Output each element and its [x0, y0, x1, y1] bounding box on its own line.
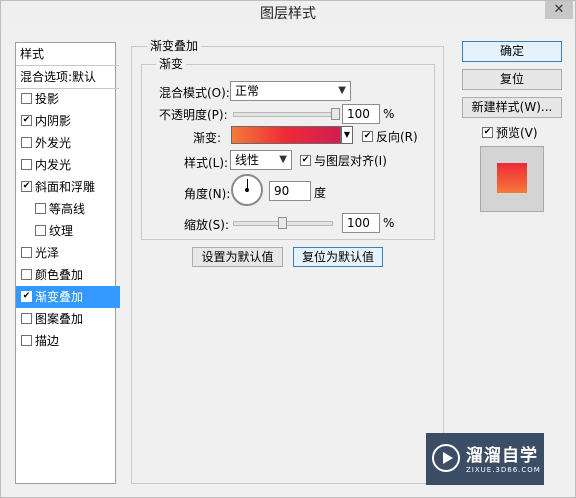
set-default-button[interactable]: 设置为默认值	[192, 247, 283, 267]
scale-unit: %	[383, 216, 395, 230]
checkbox-empty-icon[interactable]	[21, 335, 32, 346]
scale-label: 缩放(S):	[184, 218, 230, 232]
layer-style-dialog: 图层样式 ✕ 样式 混合选项:默认 投影 ✔ 内阴影 外发光 内发光 ✔ 斜面和浮雕 等高线纹…	[0, 0, 576, 498]
gradient-picker[interactable]	[231, 126, 341, 144]
preview-label: 预览(V)	[496, 126, 538, 140]
blend-mode-value: 正常	[235, 84, 260, 98]
chevron-down-icon: ▼	[279, 154, 287, 165]
close-button[interactable]: ✕	[545, 1, 573, 19]
scale-input[interactable]: 100	[342, 213, 380, 233]
play-icon	[432, 444, 460, 472]
style-label: 样式(L):	[184, 156, 229, 170]
effect-item[interactable]: 描边	[16, 330, 120, 352]
opacity-label: 不透明度(P):	[159, 108, 228, 122]
checkbox-empty-icon[interactable]	[21, 93, 32, 104]
effect-label: 光泽	[35, 246, 60, 260]
style-preview	[480, 146, 544, 212]
checkbox-empty-icon[interactable]	[21, 269, 32, 280]
new-style-button[interactable]: 新建样式(W)...	[462, 97, 562, 118]
effect-item[interactable]: 内发光	[16, 154, 120, 176]
effect-item[interactable]: 颜色叠加	[16, 264, 120, 286]
effect-label: 斜面和浮雕	[35, 180, 96, 194]
preview-swatch	[497, 163, 527, 193]
effect-label: 内阴影	[35, 114, 72, 128]
blend-mode-label: 混合模式(O):	[159, 86, 230, 100]
effect-label: 图案叠加	[35, 312, 84, 326]
effect-item[interactable]: ✔ 内阴影	[16, 110, 120, 132]
ok-button[interactable]: 确定	[462, 41, 562, 62]
reverse-label: 反向(R)	[376, 130, 418, 144]
styles-header[interactable]: 样式	[16, 43, 119, 66]
effect-item[interactable]: ✔ 渐变叠加	[16, 286, 120, 308]
gradient-overlay-title: 渐变叠加	[147, 37, 202, 54]
effect-item[interactable]: 图案叠加	[16, 308, 120, 330]
checkbox-empty-icon[interactable]	[35, 225, 46, 236]
watermark-url: ZIXUE.3D66.COM	[466, 466, 541, 474]
effect-item[interactable]: 投影	[16, 88, 120, 110]
checkbox-checked-icon[interactable]: ✔	[21, 115, 32, 126]
angle-dial[interactable]	[231, 174, 263, 206]
checkbox-empty-icon[interactable]	[35, 203, 46, 214]
effect-label: 内发光	[35, 158, 72, 172]
gradient-subgroup-title: 渐变	[156, 55, 187, 72]
checkbox-empty-icon[interactable]	[21, 159, 32, 170]
blend-options-item[interactable]: 混合选项:默认	[16, 66, 119, 89]
title-bar: 图层样式 ✕	[1, 1, 575, 25]
effect-label: 外发光	[35, 136, 72, 150]
angle-unit: 度	[314, 186, 327, 200]
angle-label: 角度(N):	[184, 187, 231, 201]
checkbox-empty-icon[interactable]	[21, 247, 32, 258]
align-with-layer-checkbox[interactable]: ✔ 与图层对齐(I)	[300, 152, 387, 169]
checkbox-checked-icon[interactable]: ✔	[21, 291, 32, 302]
effect-item[interactable]: 光泽	[16, 242, 120, 264]
checkbox-checked-icon[interactable]: ✔	[21, 181, 32, 192]
effect-label: 颜色叠加	[35, 268, 84, 282]
align-with-layer-label: 与图层对齐(I)	[314, 154, 387, 168]
chevron-down-icon: ▼	[343, 130, 351, 139]
angle-dial-center	[245, 188, 249, 192]
watermark-logo: 溜溜自学 ZIXUE.3D66.COM	[426, 433, 544, 485]
effect-label: 渐变叠加	[35, 290, 84, 304]
scale-slider-thumb[interactable]	[278, 217, 287, 229]
effect-item[interactable]: ✔ 斜面和浮雕	[16, 176, 120, 198]
effect-item[interactable]: 纹理	[16, 220, 134, 242]
reverse-checkbox[interactable]: ✔ 反向(R)	[362, 128, 418, 145]
preview-check-icon: ✔	[482, 127, 493, 138]
reset-button[interactable]: 复位	[462, 69, 562, 90]
opacity-slider-thumb[interactable]	[331, 108, 340, 120]
chevron-down-icon: ▼	[338, 85, 346, 96]
align-check-icon: ✔	[300, 155, 311, 166]
effect-label: 等高线	[49, 202, 86, 216]
gradient-label: 渐变:	[193, 131, 222, 145]
opacity-input[interactable]: 100	[342, 104, 380, 124]
effect-label: 纹理	[49, 224, 74, 238]
checkbox-empty-icon[interactable]	[21, 313, 32, 324]
preview-checkbox[interactable]: ✔ 预览(V)	[482, 124, 538, 141]
effect-item[interactable]: 等高线	[16, 198, 134, 220]
effect-item[interactable]: 外发光	[16, 132, 120, 154]
opacity-unit: %	[383, 107, 395, 121]
checkbox-empty-icon[interactable]	[21, 137, 32, 148]
style-list: 样式 混合选项:默认 投影 ✔ 内阴影 外发光 内发光 ✔ 斜面和浮雕 等高线 纹理 光泽 颜色叠加…	[15, 42, 120, 484]
effect-label: 投影	[35, 92, 60, 106]
gradient-dropdown-button[interactable]: ▼	[341, 126, 353, 144]
window-title: 图层样式	[260, 6, 316, 22]
effect-label: 描边	[35, 334, 60, 348]
angle-input[interactable]: 90	[269, 181, 311, 201]
reset-default-button[interactable]: 复位为默认值	[293, 247, 383, 267]
reverse-check-icon: ✔	[362, 131, 373, 142]
style-value: 线性	[235, 153, 260, 167]
opacity-slider-track[interactable]	[233, 112, 338, 117]
watermark-name: 溜溜自学	[466, 446, 538, 466]
style-select[interactable]: 线性 ▼	[230, 150, 292, 170]
blend-mode-select[interactable]: 正常 ▼	[230, 81, 351, 101]
